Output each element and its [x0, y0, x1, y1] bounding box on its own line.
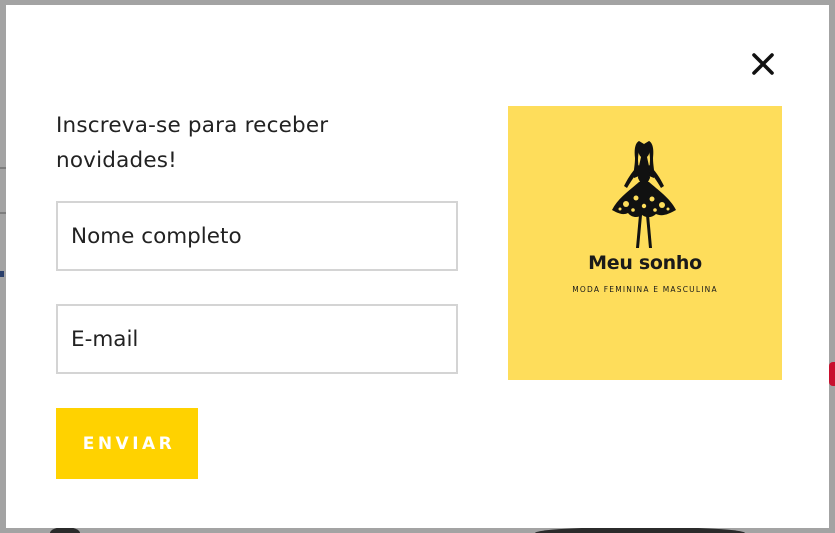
- submit-button[interactable]: ENVIAR: [56, 408, 198, 479]
- name-input[interactable]: [58, 203, 456, 269]
- brand-name: Meu sonho: [588, 252, 702, 274]
- modal-heading: Inscreva-se para receber novidades!: [56, 113, 329, 173]
- brand-tagline: MODA FEMININA E MASCULINA: [572, 285, 718, 294]
- woman-in-dress-logo-icon: [612, 141, 676, 248]
- background-fragment: [0, 271, 4, 277]
- close-icon: [752, 53, 774, 75]
- close-button[interactable]: [750, 51, 776, 77]
- brand-logo-card: Meu sonho MODA FEMININA E MASCULINA: [508, 106, 782, 380]
- newsletter-modal: Inscreva-se para receber novidades! ENVI…: [6, 5, 829, 528]
- background-accent: [829, 362, 835, 386]
- email-field[interactable]: [56, 304, 458, 374]
- name-field[interactable]: [56, 201, 458, 271]
- email-input[interactable]: [58, 306, 456, 372]
